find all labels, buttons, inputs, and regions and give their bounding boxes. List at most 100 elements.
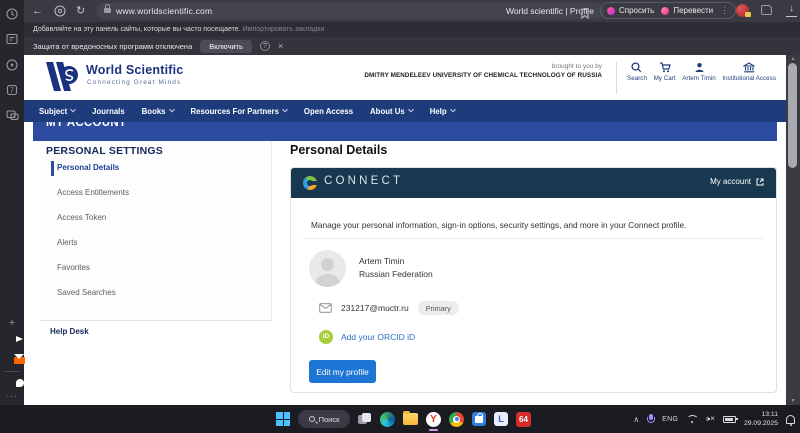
toolbar-menu-icon[interactable]: ⋮ [720,5,729,16]
nav-subject[interactable]: Subject [39,107,75,116]
nav-about-us[interactable]: About Us [370,107,413,116]
browser-profile-avatar[interactable] [736,4,749,17]
sidebar-item-alerts[interactable]: Alerts [57,238,77,247]
nav-open-access[interactable]: Open Access [304,107,353,116]
search-icon [631,62,642,73]
taskbar-search[interactable]: Поиск [298,410,350,428]
browser-toolbar: ← ↻ www.worldscientific.com World scient… [24,0,800,22]
nav-books[interactable]: Books [142,107,174,116]
bookmarks-hint-text: Добавляйте на эту панель сайты, которые … [33,26,241,33]
connect-brand: CONNECT [324,175,403,187]
enable-protection-button[interactable]: Включить [200,40,252,53]
app-64-icon[interactable]: 64 [516,412,531,427]
sidebar-item-access-token[interactable]: Access Token [57,213,106,222]
back-button[interactable]: ← [32,0,43,22]
nav-label: Open Access [304,107,353,116]
language-indicator[interactable]: ENG [662,416,678,423]
bookmarks-hint-bar: Добавляйте на эту панель сайты, которые … [24,22,800,37]
card-divider [303,238,764,239]
address-bar[interactable]: www.worldscientific.com World scientific… [96,3,604,19]
svg-text:7: 7 [10,88,14,95]
sidebar-item-access-entitlements[interactable]: Access Entitlements [57,188,129,197]
history-icon[interactable] [0,7,24,25]
nav-journals[interactable]: Journals [92,107,125,116]
site-logo-title[interactable]: World Scientific [86,63,183,77]
tray-expand-icon[interactable]: ∧ [633,415,639,424]
personal-settings-panel: PERSONAL SETTINGS Personal Details Acces… [40,141,272,320]
sidebar-more-icon[interactable]: ··· [0,392,24,401]
search-icon [309,416,315,422]
site-badge-icon[interactable] [54,5,66,17]
tabs-groups-icon[interactable] [0,108,24,126]
sidebar-item-favorites[interactable]: Favorites [57,263,90,272]
scroll-down-arrow[interactable]: ▼ [786,398,800,404]
scroll-up-arrow[interactable]: ▲ [786,56,800,62]
tab-title: World scientific | Profile [346,3,594,19]
profile-country: Russian Federation [359,269,433,279]
nav-label: About Us [370,107,405,116]
institutional-access-button[interactable]: Institutional Access [722,62,776,94]
add-orcid-link[interactable]: Add your ORCID iD [341,332,415,342]
ask-button[interactable]: Спросить [607,6,654,15]
help-desk-link[interactable]: Help Desk [50,327,89,336]
institutional-access-label: Institutional Access [722,75,776,82]
chrome-icon[interactable] [449,412,464,427]
chevron-down-icon [450,107,456,113]
l-app-icon[interactable]: L [494,412,508,426]
my-account-link-label: My account [710,177,751,186]
cart-icon [659,62,671,73]
import-bookmarks-link[interactable]: Импортировать закладки [243,26,325,33]
widget-seven-icon[interactable]: 7 [0,83,24,101]
translate-icon [661,7,669,15]
battery-icon[interactable] [723,416,736,423]
search-button[interactable]: Search [627,62,647,94]
protection-close-icon[interactable]: × [278,41,283,51]
sidebar-add-icon[interactable]: + [0,318,24,329]
microphone-icon[interactable] [647,414,654,424]
microsoft-store-icon[interactable] [472,412,486,426]
page-scrollbar[interactable]: ▲ ▼ [786,55,800,405]
sidebar-item-saved-searches[interactable]: Saved Searches [57,288,116,297]
connect-banner: CONNECT My account [291,168,776,198]
refresh-button[interactable]: ↻ [76,0,85,22]
translate-button[interactable]: Перевести [661,6,713,15]
nav-resources-for-partners[interactable]: Resources For Partners [191,107,287,116]
bookmarks-panel-icon[interactable] [0,32,24,50]
start-button[interactable] [276,412,290,426]
edge-icon[interactable] [380,412,395,427]
ask-label: Спросить [619,6,654,15]
my-account-link[interactable]: My account [710,177,764,186]
scrollbar-thumb[interactable] [788,63,797,168]
edit-profile-button[interactable]: Edit my profile [309,360,376,383]
clock[interactable]: 13:11 29.09.2025 [744,410,778,428]
my-cart-button[interactable]: My Cart [654,62,676,94]
url-text[interactable]: www.worldscientific.com [116,3,212,19]
wifi-icon[interactable] [686,415,697,424]
file-explorer-icon[interactable] [403,413,418,425]
translate-label: Перевести [673,6,713,15]
header-actions: Search My Cart Artem Timin Institutional… [616,62,776,94]
world-scientific-logo-icon[interactable] [40,60,82,99]
chevron-down-icon [282,107,288,113]
my-cart-label: My Cart [654,75,676,82]
protection-bar: Защита от вредоносных программ отключена… [24,37,800,55]
account-button[interactable]: Artem Timin [682,62,716,94]
browser-actions-group: Спросить Перевести ⋮ [600,2,736,19]
protection-help-icon[interactable]: ? [260,41,270,51]
notifications-icon[interactable] [786,415,795,424]
tray-time: 13:11 [744,410,778,419]
volume-muted-icon[interactable]: 🕩× [705,414,715,424]
account-label: Artem Timin [682,75,716,82]
task-view-button[interactable] [358,413,372,425]
chevron-down-icon [70,107,76,113]
extensions-icon[interactable] [761,5,772,15]
institution-name: DMITRY MENDELEEV UNIVERSITY OF CHEMICAL … [352,72,602,79]
nav-help[interactable]: Help [430,107,455,116]
primary-badge: Primary [418,301,459,315]
downloads-icon[interactable]: ↓ [786,3,797,17]
alice-icon [607,7,615,15]
page-title: Personal Details [290,143,387,157]
video-icon[interactable] [0,58,24,76]
yandex-browser-icon[interactable]: Y [426,412,441,427]
sidebar-item-personal-details[interactable]: Personal Details [57,163,119,172]
